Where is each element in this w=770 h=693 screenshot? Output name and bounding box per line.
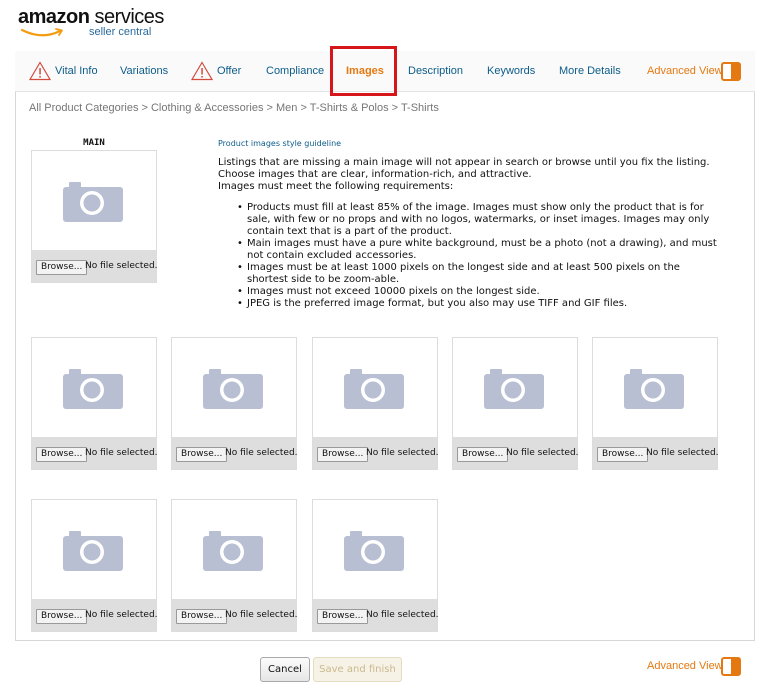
image-requirements-list: Products must fill at least 85% of the i… (237, 202, 719, 310)
image-slot: Browse... No file selected. (312, 337, 439, 470)
file-input-bar: Browse... No file selected. (32, 599, 158, 631)
camera-icon (624, 369, 684, 409)
file-input-bar: Browse... No file selected. (32, 250, 158, 282)
image-slot: Browse... No file selected. (31, 337, 158, 470)
breadcrumb: All Product Categories > Clothing & Acce… (29, 102, 439, 114)
browse-button[interactable]: Browse... (176, 609, 228, 624)
image-preview (32, 338, 156, 437)
browse-button[interactable]: Browse... (597, 447, 649, 462)
tab-description[interactable]: Description (408, 51, 463, 92)
style-guideline-link[interactable]: Product images style guideline (218, 139, 341, 148)
cancel-button[interactable]: Cancel (260, 657, 310, 682)
toggle-knob (731, 64, 739, 79)
camera-icon (203, 369, 263, 409)
image-preview (593, 338, 717, 437)
file-status: No file selected. (506, 448, 579, 458)
advanced-view-label: Advanced View (647, 660, 723, 672)
logo-brand: amazon (18, 6, 90, 28)
file-input-bar: Browse... No file selected. (313, 437, 439, 469)
file-input-bar: Browse... No file selected. (593, 437, 719, 469)
image-slot: Browse... No file selected. (452, 337, 579, 470)
tab-vital-info[interactable]: Vital Info (29, 51, 98, 92)
camera-icon (484, 369, 544, 409)
file-status: No file selected. (85, 448, 158, 458)
file-status: No file selected. (646, 448, 719, 458)
advanced-view-toggle[interactable] (721, 657, 741, 676)
file-input-bar: Browse... No file selected. (313, 599, 439, 631)
advanced-view-toggle[interactable] (721, 62, 741, 81)
file-status: No file selected. (366, 448, 439, 458)
advanced-view-label: Advanced View (647, 65, 723, 77)
image-slot: Browse... No file selected. (171, 337, 298, 470)
image-preview (32, 151, 156, 250)
camera-icon (344, 531, 404, 571)
tab-label: Keywords (487, 65, 536, 77)
file-input-bar: Browse... No file selected. (172, 599, 298, 631)
main-image-slot: Browse... No file selected. (31, 150, 158, 283)
camera-icon (63, 369, 123, 409)
logo-service: services (94, 6, 165, 28)
browse-button[interactable]: Browse... (36, 260, 88, 275)
warning-icon (29, 61, 51, 81)
image-slot: Browse... No file selected. (171, 499, 298, 632)
requirement-item: Images must not exceed 10000 pixels on t… (237, 286, 719, 298)
amazon-services-logo: amazon services seller central (18, 6, 168, 40)
image-preview (172, 338, 296, 437)
image-preview (172, 500, 296, 599)
tab-label: Variations (120, 65, 169, 77)
camera-icon (203, 531, 263, 571)
file-input-bar: Browse... No file selected. (453, 437, 579, 469)
warning-icon (191, 61, 213, 81)
image-preview (313, 500, 437, 599)
file-status: No file selected. (225, 610, 298, 620)
toggle-knob (731, 659, 739, 674)
image-slot: Browse... No file selected. (592, 337, 719, 470)
tab-label: More Details (559, 65, 621, 77)
file-input-bar: Browse... No file selected. (32, 437, 158, 469)
tab-compliance[interactable]: Compliance (266, 51, 324, 92)
file-status: No file selected. (225, 448, 298, 458)
browse-button[interactable]: Browse... (36, 609, 88, 624)
main-image-label: MAIN (83, 138, 105, 148)
tab-variations[interactable]: Variations (120, 51, 168, 92)
browse-button[interactable]: Browse... (36, 447, 88, 462)
requirement-item: Images must be at least 1000 pixels on t… (237, 262, 719, 286)
tab-label: Offer (217, 65, 242, 77)
tab-label: Compliance (266, 65, 325, 77)
requirement-item: Products must fill at least 85% of the i… (237, 202, 719, 238)
image-slot: Browse... No file selected. (31, 499, 158, 632)
instruction-line: Listings that are missing a main image w… (218, 157, 710, 168)
image-preview (453, 338, 577, 437)
file-status: No file selected. (85, 261, 158, 271)
amazon-smile-icon (20, 28, 63, 37)
browse-button[interactable]: Browse... (457, 447, 509, 462)
instruction-line: Choose images that are clear, informatio… (218, 169, 532, 180)
instruction-line: Images must meet the following requireme… (218, 181, 454, 192)
image-instructions: Listings that are missing a main image w… (218, 157, 738, 193)
image-slot: Browse... No file selected. (312, 499, 439, 632)
image-preview (313, 338, 437, 437)
camera-icon (344, 369, 404, 409)
requirement-item: Main images must have a pure white backg… (237, 238, 719, 262)
file-input-bar: Browse... No file selected. (172, 437, 298, 469)
logo-subtitle: seller central (89, 26, 152, 38)
tab-offer[interactable]: Offer (191, 51, 241, 92)
tab-more-details[interactable]: More Details (559, 51, 621, 92)
save-and-finish-button[interactable]: Save and finish (313, 657, 402, 682)
tab-label: Description (408, 65, 464, 77)
browse-button[interactable]: Browse... (317, 609, 369, 624)
file-status: No file selected. (366, 610, 439, 620)
browse-button[interactable]: Browse... (176, 447, 228, 462)
requirement-item: JPEG is the preferred image format, but … (237, 298, 719, 310)
tab-label: Vital Info (55, 65, 98, 77)
tab-keywords[interactable]: Keywords (487, 51, 535, 92)
browse-button[interactable]: Browse... (317, 447, 369, 462)
camera-icon (63, 531, 123, 571)
active-tab-highlight (330, 46, 397, 96)
image-preview (32, 500, 156, 599)
camera-icon (63, 182, 123, 222)
file-status: No file selected. (85, 610, 158, 620)
